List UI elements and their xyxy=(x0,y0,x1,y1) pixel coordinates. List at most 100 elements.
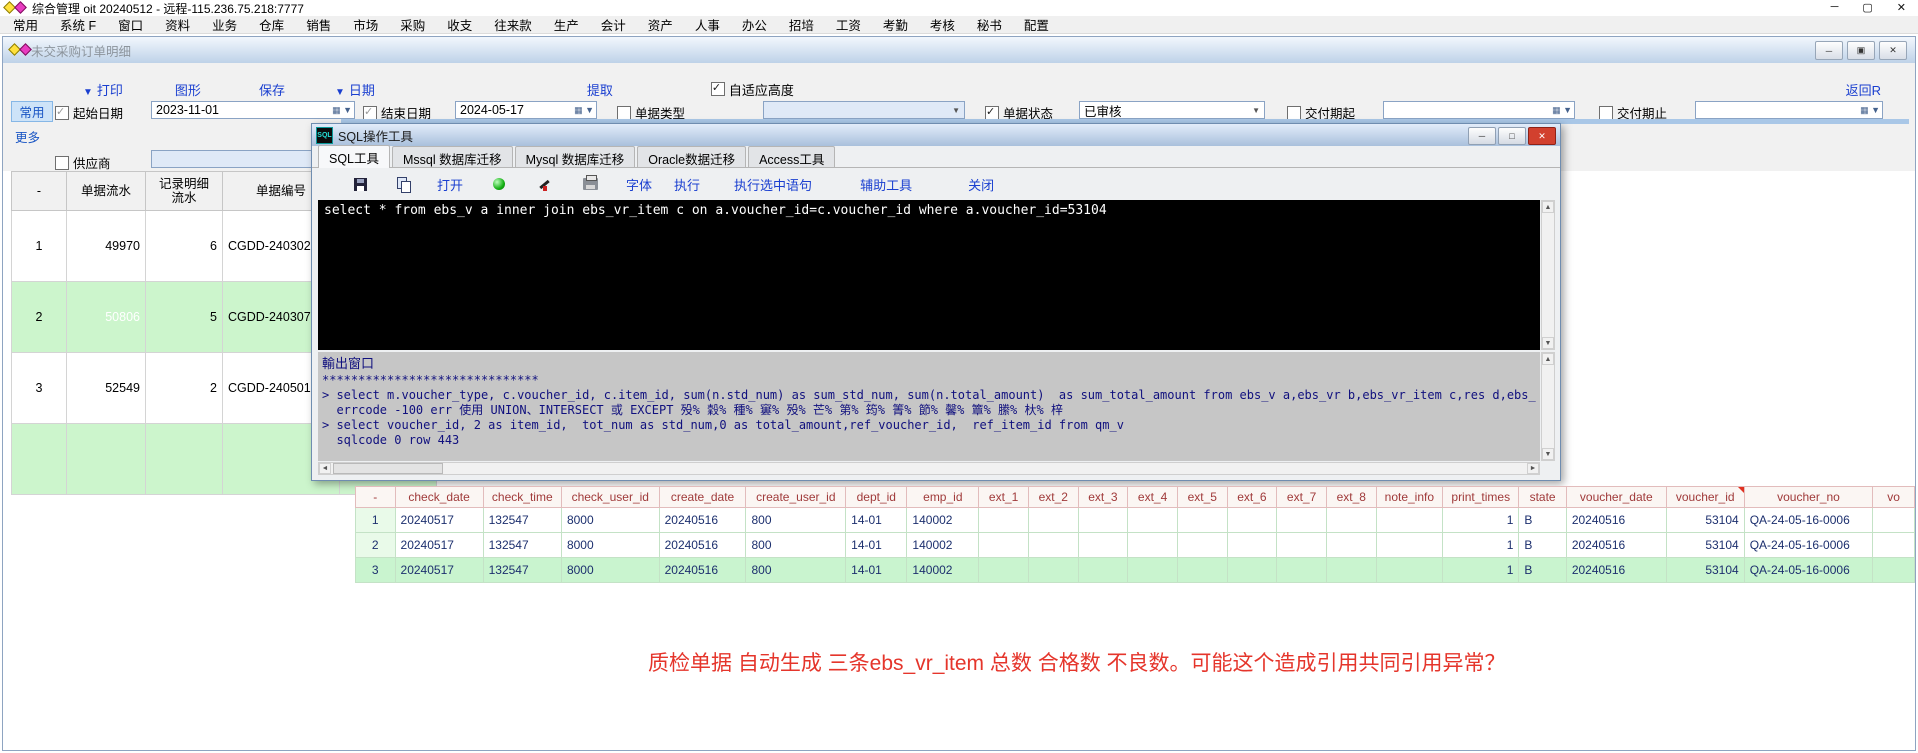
results-cell[interactable]: 53104 xyxy=(1666,558,1744,583)
results-cell[interactable] xyxy=(1326,508,1376,533)
results-cell[interactable]: 140002 xyxy=(907,558,979,583)
open-button[interactable]: 打开 xyxy=(437,175,463,194)
results-col-header[interactable]: - xyxy=(356,487,396,508)
menu-item-4[interactable]: 资料 xyxy=(154,14,201,35)
menu-item-18[interactable]: 工资 xyxy=(825,14,872,35)
results-cell[interactable] xyxy=(1128,533,1178,558)
results-cell[interactable]: QA-24-05-16-0006 xyxy=(1744,558,1873,583)
results-col-header[interactable]: create_date xyxy=(659,487,746,508)
tab-more[interactable]: 更多 xyxy=(15,127,40,146)
results-cell[interactable] xyxy=(979,558,1029,583)
results-cell[interactable]: B xyxy=(1519,508,1566,533)
results-cell[interactable] xyxy=(1028,558,1078,583)
results-cell[interactable] xyxy=(1277,508,1327,533)
sql-tab-5[interactable]: Access工具 xyxy=(748,146,835,167)
results-cell[interactable]: 8000 xyxy=(561,558,659,583)
results-cell[interactable] xyxy=(1177,558,1227,583)
orders-cell[interactable] xyxy=(67,424,146,495)
results-cell[interactable]: 53104 xyxy=(1666,533,1744,558)
menu-item-10[interactable]: 收支 xyxy=(436,14,483,35)
close-icon[interactable]: ✕ xyxy=(1897,1,1906,14)
run-selected-button[interactable]: 执行选中语句 xyxy=(734,175,812,194)
graph-button[interactable]: 图形 xyxy=(175,80,201,99)
calendar-icon[interactable]: ▦ ▼ xyxy=(568,105,596,116)
start-date-field[interactable]: 2023-11-01▦ ▼ xyxy=(151,101,355,119)
results-cell[interactable]: 1 xyxy=(1443,558,1519,583)
results-col-header[interactable]: voucher_no xyxy=(1744,487,1873,508)
save-button[interactable]: 保存 xyxy=(259,80,285,99)
results-col-header[interactable]: voucher_date xyxy=(1566,487,1666,508)
child-minimize-button[interactable]: ─ xyxy=(1815,41,1843,60)
sql-tab-4[interactable]: Oracle数据迁移 xyxy=(637,146,746,167)
menu-item-21[interactable]: 秘书 xyxy=(966,14,1013,35)
scroll-right-icon[interactable]: ► xyxy=(1527,463,1539,474)
results-col-header[interactable]: ext_7 xyxy=(1277,487,1327,508)
results-cell[interactable]: 20240517 xyxy=(395,533,483,558)
orders-cell[interactable] xyxy=(146,424,223,495)
menu-item-6[interactable]: 仓库 xyxy=(248,14,295,35)
results-cell[interactable]: 20240516 xyxy=(659,558,746,583)
sql-editor[interactable]: select * from ebs_v a inner join ebs_vr_… xyxy=(318,200,1540,350)
results-cell[interactable]: 8000 xyxy=(561,508,659,533)
results-cell[interactable] xyxy=(1028,533,1078,558)
save-icon[interactable] xyxy=(354,178,367,191)
results-cell[interactable] xyxy=(1227,558,1277,583)
results-col-header[interactable]: ext_3 xyxy=(1078,487,1128,508)
results-cell[interactable] xyxy=(1227,508,1277,533)
helper-tools-button[interactable]: 辅助工具 xyxy=(860,175,912,194)
deliver-to-field[interactable]: ▦ ▼ xyxy=(1695,101,1883,119)
sql-tab-1[interactable]: SQL工具 xyxy=(318,145,390,168)
results-cell[interactable] xyxy=(1326,558,1376,583)
menu-item-22[interactable]: 配置 xyxy=(1013,14,1060,35)
menu-item-3[interactable]: 窗口 xyxy=(107,14,154,35)
results-col-header[interactable]: emp_id xyxy=(907,487,979,508)
results-cell[interactable]: 1 xyxy=(1443,533,1519,558)
menu-item-14[interactable]: 资产 xyxy=(637,14,684,35)
results-cell[interactable]: 20240516 xyxy=(1566,533,1666,558)
menu-item-8[interactable]: 市场 xyxy=(342,14,389,35)
results-cell[interactable] xyxy=(1326,533,1376,558)
results-cell[interactable]: 3 xyxy=(356,558,396,583)
orders-cell[interactable]: 2 xyxy=(146,353,223,424)
doc-state-checkbox[interactable] xyxy=(985,106,999,120)
results-cell[interactable]: 800 xyxy=(746,508,846,533)
menu-item-2[interactable]: 系统 F xyxy=(49,14,107,35)
maximize-icon[interactable]: ▢ xyxy=(1862,1,1872,14)
deliver-to-checkbox[interactable] xyxy=(1599,106,1613,120)
results-cell[interactable]: 20240517 xyxy=(395,508,483,533)
font-button[interactable]: 字体 xyxy=(626,175,652,194)
doc-type-checkbox[interactable] xyxy=(617,106,631,120)
sql-close-button[interactable]: ✕ xyxy=(1528,127,1556,145)
results-col-header[interactable]: print_times xyxy=(1443,487,1519,508)
results-cell[interactable]: 20240517 xyxy=(395,558,483,583)
results-cell[interactable]: 2 xyxy=(356,533,396,558)
orders-cell[interactable]: 2 xyxy=(12,282,67,353)
calendar-icon[interactable]: ▦ ▼ xyxy=(326,105,354,116)
results-col-header[interactable]: ext_5 xyxy=(1177,487,1227,508)
results-cell[interactable] xyxy=(1227,533,1277,558)
date-button[interactable]: ▼日期 xyxy=(335,80,375,99)
auto-height-checkbox[interactable] xyxy=(711,82,725,96)
results-cell[interactable] xyxy=(1376,558,1442,583)
results-cell[interactable] xyxy=(1376,533,1442,558)
chevron-down-icon[interactable]: ▼ xyxy=(1252,106,1264,115)
end-date-checkbox[interactable] xyxy=(363,106,377,120)
results-cell[interactable]: 140002 xyxy=(907,533,979,558)
print-button[interactable]: ▼打印 xyxy=(83,80,123,99)
auto-height-toggle[interactable]: 自适应高度 xyxy=(711,80,794,99)
output-hscrollbar[interactable]: ◄ ► xyxy=(318,462,1540,475)
results-cell[interactable] xyxy=(1078,558,1128,583)
results-cell[interactable]: B xyxy=(1519,533,1566,558)
results-cell[interactable]: 132547 xyxy=(483,508,561,533)
sql-minimize-button[interactable]: ─ xyxy=(1468,127,1496,145)
results-cell[interactable]: 800 xyxy=(746,533,846,558)
results-col-header[interactable]: ext_8 xyxy=(1326,487,1376,508)
tool-wand-icon[interactable] xyxy=(537,177,551,191)
orders-col-header[interactable]: 单据流水 xyxy=(67,172,146,211)
results-cell[interactable]: 1 xyxy=(356,508,396,533)
copy-icon[interactable] xyxy=(397,177,411,192)
menu-item-5[interactable]: 业务 xyxy=(201,14,248,35)
results-cell[interactable]: 14-01 xyxy=(846,533,907,558)
results-cell[interactable]: 20240516 xyxy=(1566,558,1666,583)
results-cell[interactable]: 14-01 xyxy=(846,508,907,533)
